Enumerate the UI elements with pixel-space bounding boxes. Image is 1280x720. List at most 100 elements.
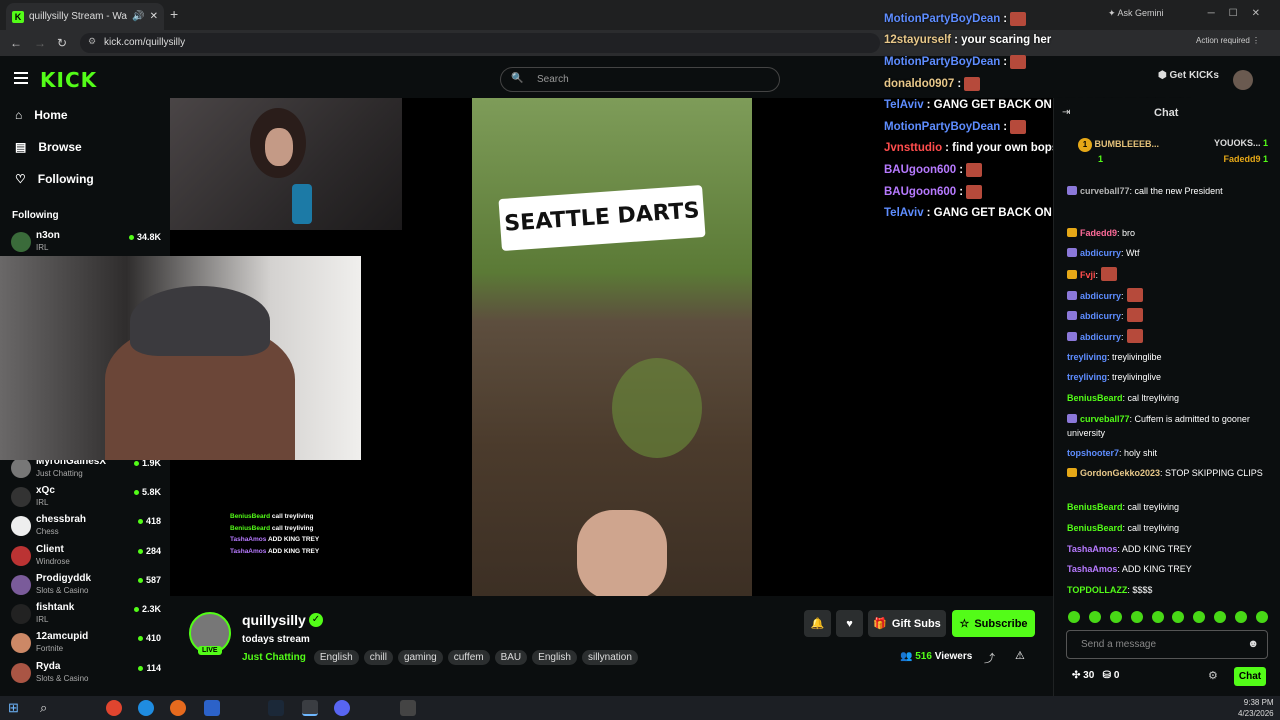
sidebar-item-label: Following [37, 172, 94, 186]
channel-points[interactable]: ✣ 30 ⛁ 0 [1072, 670, 1119, 681]
followed-channel[interactable]: n3on IRL 34.8K [11, 229, 161, 257]
chat-username[interactable]: treyliving [1067, 372, 1107, 382]
chat-message-input[interactable]: Send a message ☻ [1066, 630, 1268, 659]
emote-icon[interactable] [1172, 611, 1185, 623]
chat-username[interactable]: GordonGekko2023 [1080, 468, 1160, 478]
firefox-icon[interactable] [170, 700, 186, 716]
chrome-icon[interactable] [106, 700, 122, 716]
chat-username[interactable]: BeniusBeard [1067, 523, 1123, 533]
heart-icon: ♥ [846, 617, 853, 630]
chat-username[interactable]: BeniusBeard [1067, 393, 1123, 403]
chrome-active-icon[interactable] [302, 700, 318, 716]
chat-settings-icon[interactable]: ⚙ [1208, 669, 1218, 682]
action-required-button[interactable]: Action required ⋮ [1196, 36, 1260, 45]
quick-emote-bar[interactable] [1068, 611, 1268, 623]
followed-channel[interactable]: fishtank IRL 2.3K [11, 601, 161, 629]
chat-message: treyliving: treylivinglibe [1067, 350, 1272, 364]
channel-avatar [11, 633, 31, 653]
stream-tag[interactable]: English [313, 650, 359, 665]
browser-tab[interactable]: K quillysilly Stream - Watch Li 🔊 ✕ [6, 3, 164, 30]
kick-logo[interactable]: KICK [40, 68, 97, 92]
start-menu-icon[interactable]: ⊞ [8, 700, 24, 716]
stream-tag[interactable]: cuffem [447, 650, 490, 665]
new-tab-button[interactable]: + [170, 6, 178, 22]
chat-username[interactable]: BeniusBeard [1067, 502, 1123, 512]
mail-icon[interactable] [204, 700, 220, 716]
chat-message: curveball77: Cuffem is admitted to goone… [1067, 412, 1272, 440]
chat-username[interactable]: TOPDOLLAZZ [1067, 585, 1127, 595]
chat-username[interactable]: abdicurry [1080, 311, 1121, 321]
stream-tag[interactable]: chill [363, 650, 393, 665]
gift-leaderboard[interactable]: 1 BUMBLEEEB... YOUOKS... 1 1 Fadedd9 1 [1078, 138, 1268, 164]
sidebar-item-following[interactable]: ♡ Following [15, 172, 94, 186]
chat-username[interactable]: abdicurry [1080, 248, 1121, 258]
followed-channel[interactable]: Ryda Slots & Casino 114 [11, 660, 161, 688]
chat-username[interactable]: Fvji [1080, 270, 1096, 280]
followed-channel[interactable]: xQc IRL 5.8K [11, 484, 161, 512]
followed-channel[interactable]: Client Windrose 284 [11, 543, 161, 571]
edge-icon[interactable] [138, 700, 154, 716]
send-chat-button[interactable]: Chat [1234, 667, 1266, 686]
get-kicks-button[interactable]: ⬢ Get KICKs [1158, 70, 1219, 81]
sidebar-item-browse[interactable]: ▤ Browse [15, 140, 82, 154]
search-icon[interactable]: ⌕ [40, 700, 56, 716]
steam-icon[interactable] [268, 700, 284, 716]
chat-username[interactable]: curveball77 [1080, 414, 1130, 424]
chat-username[interactable]: TashaAmos [1067, 564, 1117, 574]
share-icon[interactable]: ⤴ [984, 650, 995, 666]
channel-viewers: 284 [138, 546, 161, 556]
app-icon[interactable] [400, 700, 416, 716]
follow-button[interactable]: ♥ [836, 610, 863, 637]
chat-text: : holy shit [1119, 448, 1158, 458]
system-clock[interactable]: 9:38 PM 4/23/2026 [1238, 697, 1274, 719]
discord-icon[interactable] [334, 700, 350, 716]
back-arrow-icon[interactable]: ← [10, 36, 22, 50]
streamer-name[interactable]: quillysilly [242, 612, 306, 628]
category-link[interactable]: Just Chatting [242, 650, 306, 665]
emote-icon[interactable] [1088, 611, 1101, 623]
followed-channel[interactable]: 12amcupid Fortnite 410 [11, 630, 161, 658]
emote-icon[interactable] [1130, 611, 1143, 623]
stream-tag[interactable]: BAU [494, 650, 528, 665]
emote-icon[interactable] [1193, 611, 1206, 623]
chat-username[interactable]: abdicurry [1080, 332, 1121, 342]
sidebar-item-home[interactable]: ⌂ Home [15, 108, 68, 122]
emote-icon[interactable] [1109, 611, 1122, 623]
emoji-picker-icon[interactable]: ☻ [1247, 638, 1259, 650]
menu-icon[interactable] [14, 72, 28, 84]
collapse-chat-icon[interactable]: ⇥ [1062, 107, 1070, 118]
report-icon[interactable]: ⚠ [1015, 649, 1025, 662]
followed-channel[interactable]: Prodigyddk Slots & Casino 587 [11, 572, 161, 600]
site-info-icon[interactable]: ⚙ [88, 36, 96, 47]
chat-text: : ADD KING TREY [1117, 544, 1192, 554]
gift-subs-button[interactable]: 🎁 Gift Subs [868, 610, 946, 637]
chat-username[interactable]: abdicurry [1080, 291, 1121, 301]
followed-channel[interactable]: chessbrah Chess 418 [11, 513, 161, 541]
subscribe-button[interactable]: ☆ Subscribe [952, 610, 1035, 637]
reload-icon[interactable]: ↻ [57, 36, 67, 50]
stream-tag[interactable]: English [532, 650, 577, 665]
tab-close-icon[interactable]: ✕ [150, 11, 158, 22]
stream-tag[interactable]: sillynation [581, 650, 638, 665]
chat-username[interactable]: treyliving [1067, 352, 1107, 362]
window-controls[interactable]: ─☐✕ [1208, 8, 1274, 19]
emote-icon[interactable] [1235, 611, 1247, 623]
emote-icon[interactable] [1151, 611, 1164, 623]
embedded-clip [472, 98, 752, 600]
emote-icon[interactable] [1214, 611, 1227, 623]
ask-gemini-button[interactable]: ✦ Ask Gemini [1108, 8, 1164, 19]
chat-username[interactable]: TashaAmos [1067, 544, 1117, 554]
stream-tag[interactable]: gaming [397, 650, 443, 665]
notification-bell-button[interactable]: 🔔 [804, 610, 831, 637]
chat-username[interactable]: curveball77 [1080, 186, 1130, 196]
emote-icon[interactable] [1068, 611, 1080, 623]
chat-username[interactable]: Fadedd9 [1080, 228, 1117, 238]
url-field[interactable]: ⚙ kick.com/quillysilly [80, 33, 880, 53]
viewers-label: Viewers [934, 651, 973, 662]
user-avatar[interactable] [1233, 70, 1253, 90]
forward-arrow-icon[interactable]: → [34, 36, 46, 50]
search-input[interactable]: 🔍 Search [500, 67, 780, 92]
emote-icon[interactable] [1255, 611, 1268, 623]
chat-username[interactable]: topshooter7 [1067, 448, 1119, 458]
tab-audio-icon[interactable]: 🔊 [132, 11, 144, 22]
